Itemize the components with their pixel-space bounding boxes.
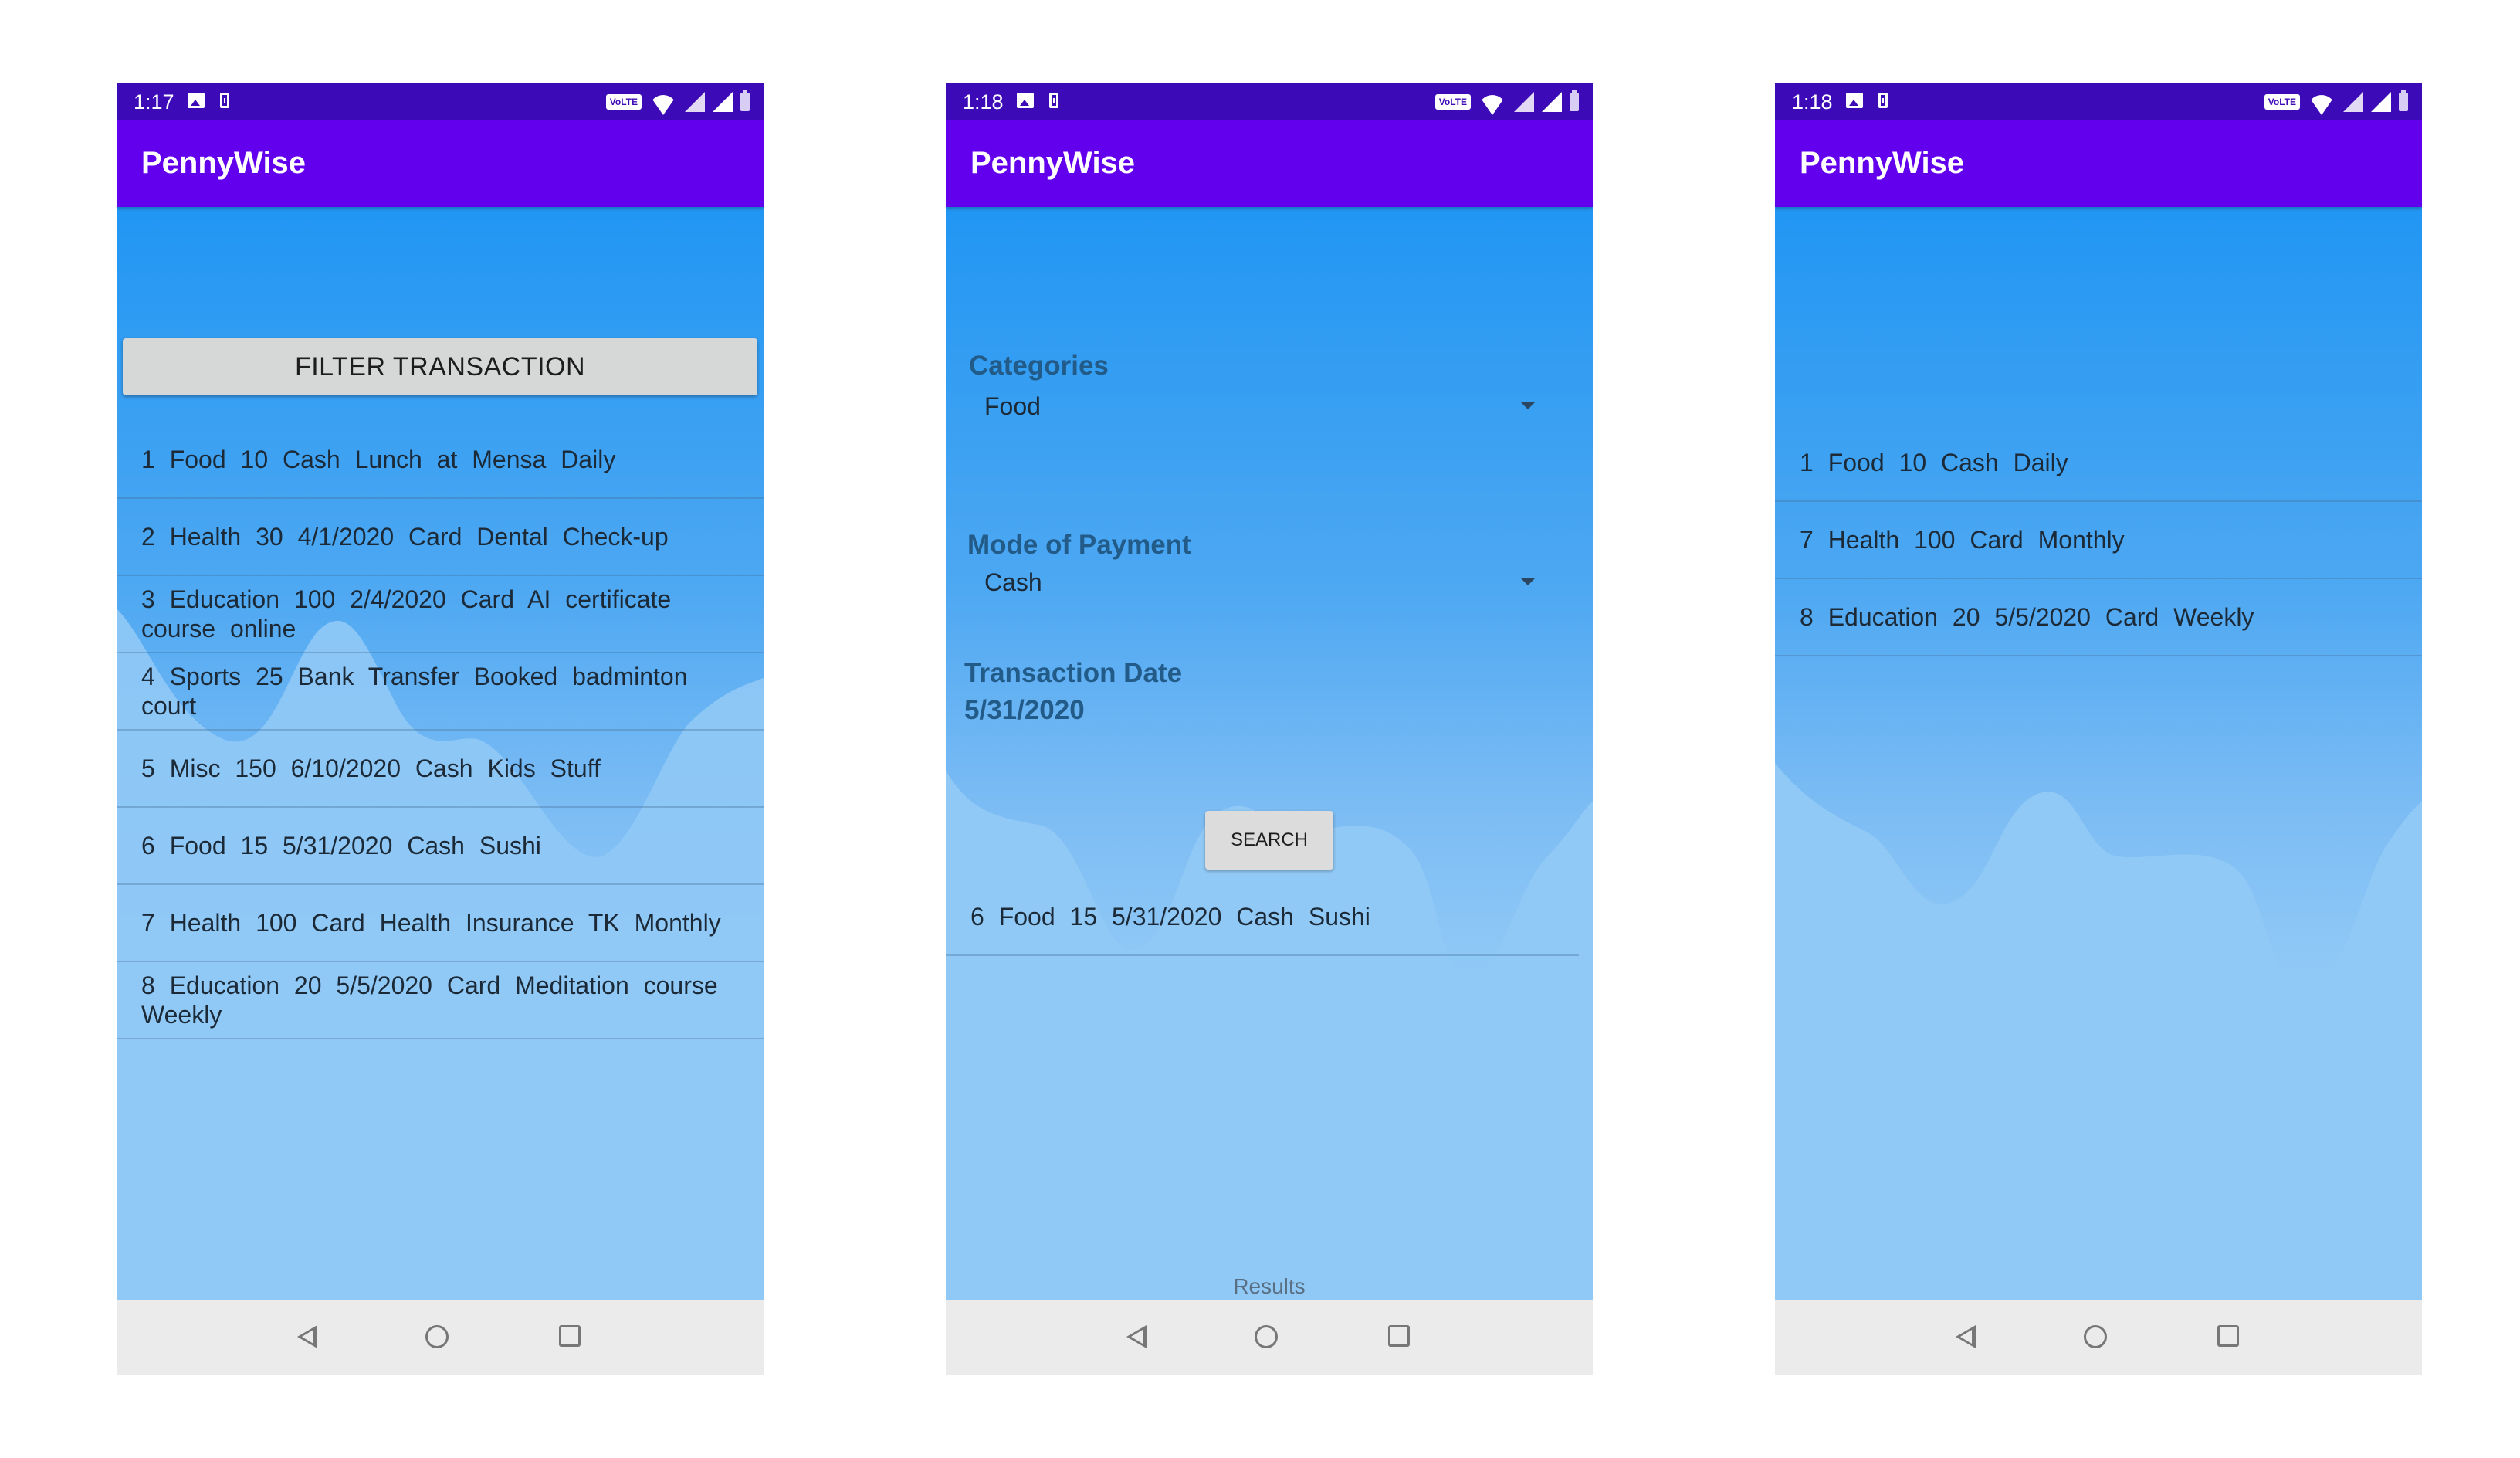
status-bar: 1:18 VoLTE <box>1775 83 2422 120</box>
filter-transaction-button[interactable]: FILTER TRANSACTION <box>123 338 757 395</box>
list-item[interactable]: 2 Health 30 4/1/2020 Card Dental Check-u… <box>117 499 764 576</box>
list-item[interactable]: 1 Food 10 Cash Daily <box>1775 425 2422 502</box>
status-bar: 1:18 VoLTE <box>946 83 1593 120</box>
categories-label: Categories <box>969 351 1109 381</box>
battery-icon <box>740 90 750 111</box>
sim-icon <box>220 93 229 108</box>
back-icon[interactable] <box>1956 1325 1976 1348</box>
phone-screen-filtered-results: 1:18 VoLTE PennyWise 1 Food 10 Cash Dail… <box>1775 83 2422 1375</box>
sim-icon <box>1049 93 1058 108</box>
transaction-date-value[interactable]: 5/31/2020 <box>964 695 1085 726</box>
image-icon <box>1846 93 1863 108</box>
content-area: FILTER TRANSACTION 1 Food 10 Cash Lunch … <box>117 207 764 1300</box>
list-item[interactable]: 3 Education 100 2/4/2020 Card AI certifi… <box>117 576 764 653</box>
list-item[interactable]: 6 Food 15 5/31/2020 Cash Sushi <box>946 879 1579 956</box>
home-icon[interactable] <box>425 1325 449 1348</box>
signal-icon <box>685 92 705 112</box>
home-icon[interactable] <box>1255 1325 1278 1348</box>
wifi-icon <box>2308 95 2335 115</box>
transaction-list: 1 Food 10 Cash Daily 7 Health 100 Card M… <box>1775 425 2422 656</box>
home-icon[interactable] <box>2084 1325 2107 1348</box>
back-icon[interactable] <box>297 1325 317 1348</box>
list-item[interactable]: 6 Food 15 5/31/2020 Cash Sushi <box>117 808 764 885</box>
list-item[interactable]: 7 Health 100 Card Monthly <box>1775 502 2422 579</box>
navigation-bar <box>1775 1300 2422 1375</box>
app-title: PennyWise <box>1800 146 1965 180</box>
app-bar: PennyWise <box>946 120 1593 207</box>
signal-icon <box>1542 92 1562 112</box>
status-time: 1:18 <box>1792 90 1833 114</box>
recents-icon[interactable] <box>2217 1325 2239 1347</box>
signal-icon <box>2371 92 2391 112</box>
signal-icon <box>713 92 733 112</box>
recents-icon[interactable] <box>559 1325 581 1347</box>
results-list: 6 Food 15 5/31/2020 Cash Sushi <box>946 879 1579 956</box>
list-item[interactable]: 8 Education 20 5/5/2020 Card Weekly <box>1775 579 2422 656</box>
list-item[interactable]: 1 Food 10 Cash Lunch at Mensa Daily <box>117 422 764 499</box>
list-item[interactable]: 4 Sports 25 Bank Transfer Booked badmint… <box>117 653 764 731</box>
signal-icon <box>1514 92 1534 112</box>
app-bar: PennyWise <box>117 120 764 207</box>
status-time: 1:17 <box>134 90 174 114</box>
status-bar: 1:17 VoLTE <box>117 83 764 120</box>
app-title: PennyWise <box>970 146 1136 180</box>
wifi-icon <box>1478 95 1506 115</box>
list-item[interactable]: 7 Health 100 Card Health Insurance TK Mo… <box>117 885 764 962</box>
signal-icon <box>2343 92 2363 112</box>
transaction-list: 1 Food 10 Cash Lunch at Mensa Daily 2 He… <box>117 422 764 1039</box>
search-button[interactable]: SEARCH <box>1205 811 1333 870</box>
battery-icon <box>1570 90 1579 111</box>
status-time: 1:18 <box>963 90 1004 114</box>
back-icon[interactable] <box>1126 1325 1147 1348</box>
image-icon <box>188 93 205 108</box>
volte-icon: VoLTE <box>2264 94 2300 110</box>
list-item[interactable]: 8 Education 20 5/5/2020 Card Meditation … <box>117 962 764 1039</box>
app-title: PennyWise <box>141 146 307 180</box>
results-label: Results <box>1233 1274 1306 1298</box>
payment-mode-label: Mode of Payment <box>967 530 1191 560</box>
categories-spinner[interactable] <box>969 385 1548 428</box>
image-icon <box>1017 93 1034 108</box>
payment-mode-spinner[interactable] <box>969 561 1548 604</box>
sim-icon <box>1878 93 1888 108</box>
volte-icon: VoLTE <box>605 94 642 110</box>
phone-screen-filter: 1:18 VoLTE PennyWise Categories Food Mod… <box>946 83 1593 1375</box>
phone-screen-transactions: 1:17 VoLTE PennyWise FILTER TRANSACTION … <box>117 83 764 1375</box>
navigation-bar <box>946 1300 1593 1375</box>
battery-icon <box>2399 90 2408 111</box>
app-bar: PennyWise <box>1775 120 2422 207</box>
transaction-date-label: Transaction Date <box>964 658 1183 688</box>
background-wave <box>1775 763 2422 1300</box>
list-item[interactable]: 5 Misc 150 6/10/2020 Cash Kids Stuff <box>117 731 764 808</box>
content-area: Categories Food Mode of Payment Cash Tra… <box>946 207 1593 1300</box>
volte-icon: VoLTE <box>1434 94 1471 110</box>
content-area: 1 Food 10 Cash Daily 7 Health 100 Card M… <box>1775 207 2422 1300</box>
navigation-bar <box>117 1300 764 1375</box>
recents-icon[interactable] <box>1388 1325 1410 1347</box>
wifi-icon <box>649 95 677 115</box>
